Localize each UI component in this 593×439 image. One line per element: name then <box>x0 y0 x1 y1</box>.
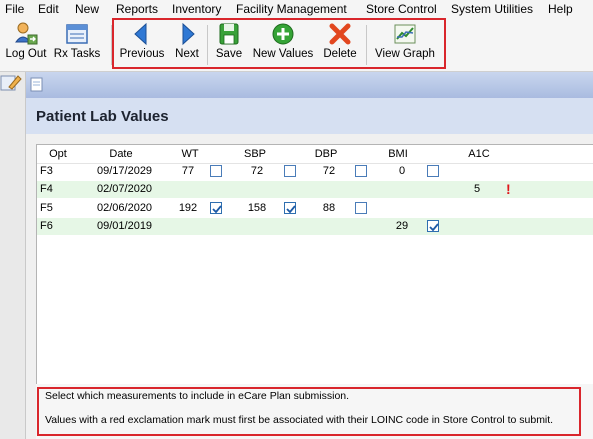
cell-opt: F4 <box>40 183 53 195</box>
dbp-include-checkbox[interactable] <box>355 165 367 177</box>
cell-a1c: 5 <box>473 183 481 195</box>
table-row[interactable]: F4 02/07/2020 5 ! <box>37 181 593 198</box>
menu-bar: File Edit New Reports Inventory Facility… <box>0 0 593 19</box>
page-title: Patient Lab Values <box>36 108 169 125</box>
window-title-strip <box>26 72 593 99</box>
checkmark-icon <box>286 205 296 214</box>
cell-date: 09/01/2019 <box>97 220 153 232</box>
logout-label: Log Out <box>5 48 47 60</box>
cell-dbp: 72 <box>322 165 336 177</box>
cell-bmi: 29 <box>395 220 409 232</box>
notes-highlight-box <box>37 387 581 436</box>
cell-wt: 192 <box>178 202 198 214</box>
menu-inventory[interactable]: Inventory <box>172 2 221 16</box>
cell-bmi: 0 <box>398 165 406 177</box>
cell-opt: F5 <box>40 202 53 214</box>
menu-store-control[interactable]: Store Control <box>366 2 437 16</box>
cell-opt: F3 <box>40 165 53 177</box>
col-header-opt[interactable]: Opt <box>43 148 73 161</box>
logout-icon <box>2 21 50 47</box>
cell-opt: F6 <box>40 220 53 232</box>
bmi-include-checkbox[interactable] <box>427 165 439 177</box>
col-header-bmi[interactable]: BMI <box>383 148 413 161</box>
table-header-row: Opt Date WT SBP DBP BMI A1C <box>37 146 593 164</box>
cell-sbp: 158 <box>247 202 267 214</box>
cell-wt: 77 <box>181 165 195 177</box>
menu-file[interactable]: File <box>5 2 24 16</box>
pencil-icon <box>0 75 22 91</box>
menu-help[interactable]: Help <box>548 2 573 16</box>
cell-date: 09/17/2029 <box>97 165 153 177</box>
menu-system-utilities[interactable]: System Utilities <box>451 2 533 16</box>
table-row[interactable]: F5 02/06/2020 192 158 88 <box>37 200 593 217</box>
cell-date: 02/06/2020 <box>97 202 153 214</box>
wt-include-checkbox[interactable] <box>210 202 222 214</box>
document-icon <box>30 77 43 92</box>
checkmark-icon <box>429 223 439 232</box>
checkmark-icon <box>212 205 222 214</box>
menu-edit[interactable]: Edit <box>38 2 59 16</box>
table-row[interactable]: F6 09/01/2019 29 <box>37 218 593 235</box>
toolbar-highlight-box <box>112 18 446 69</box>
cell-dbp: 88 <box>322 202 336 214</box>
rx-tasks-label: Rx Tasks <box>53 48 101 60</box>
col-header-dbp[interactable]: DBP <box>311 148 341 161</box>
left-strip <box>0 72 26 439</box>
col-header-wt[interactable]: WT <box>175 148 205 161</box>
menu-reports[interactable]: Reports <box>116 2 158 16</box>
sbp-include-checkbox[interactable] <box>284 202 296 214</box>
rx-tasks-button[interactable]: Rx Tasks <box>52 21 102 67</box>
cell-sbp: 72 <box>250 165 264 177</box>
sbp-include-checkbox[interactable] <box>284 165 296 177</box>
logout-button[interactable]: Log Out <box>2 21 50 67</box>
col-header-a1c[interactable]: A1C <box>464 148 494 161</box>
col-header-date[interactable]: Date <box>91 148 151 161</box>
cell-date: 02/07/2020 <box>97 183 153 195</box>
menu-new[interactable]: New <box>75 2 99 16</box>
table-row[interactable]: F3 09/17/2029 77 72 72 0 <box>37 163 593 180</box>
rx-tasks-icon <box>52 21 102 47</box>
menu-facility-management[interactable]: Facility Management <box>236 2 347 16</box>
bmi-include-checkbox[interactable] <box>427 220 439 232</box>
lab-values-grid: Opt Date WT SBP DBP BMI A1C F3 09/17/202… <box>36 144 593 386</box>
dbp-include-checkbox[interactable] <box>355 202 367 214</box>
wt-include-checkbox[interactable] <box>210 165 222 177</box>
red-exclamation-icon: ! <box>506 181 511 197</box>
col-header-sbp[interactable]: SBP <box>240 148 270 161</box>
page-header: Patient Lab Values <box>26 98 593 134</box>
